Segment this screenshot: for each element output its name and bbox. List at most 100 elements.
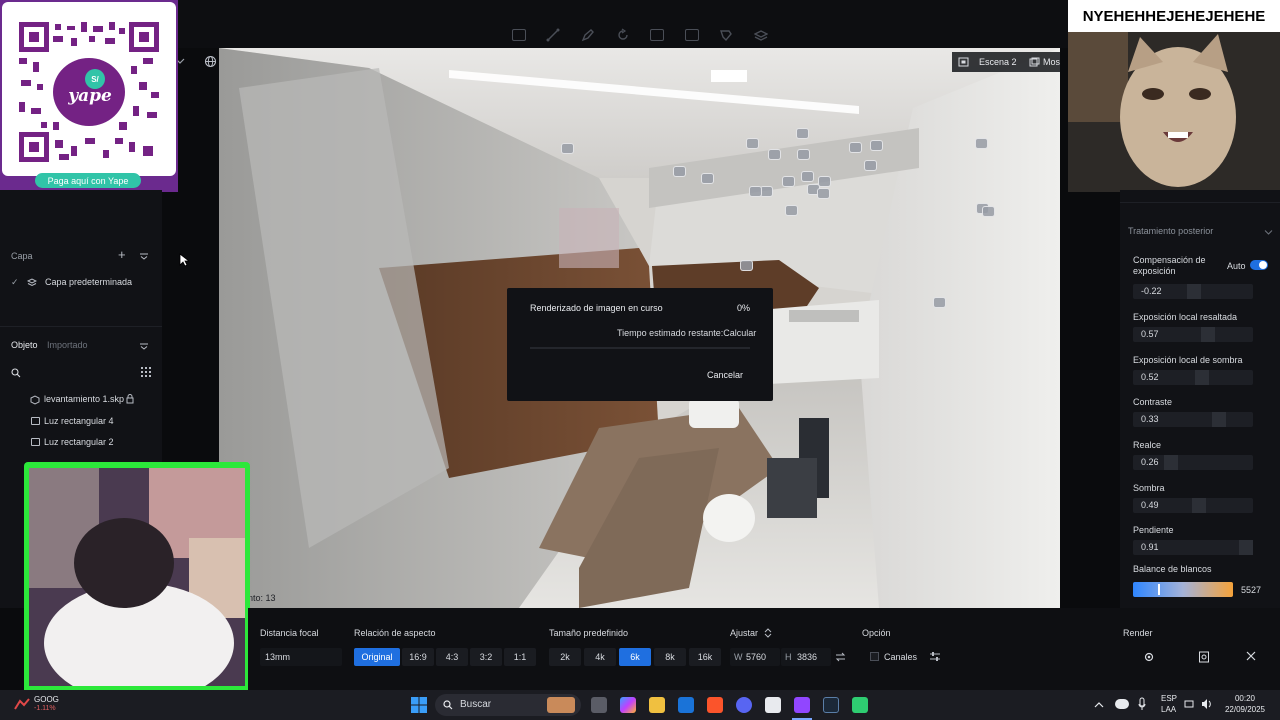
copilot-icon[interactable] xyxy=(620,697,636,713)
pen-tool-icon[interactable] xyxy=(581,28,595,42)
swap-icon[interactable] xyxy=(835,652,846,662)
height-input[interactable]: H 3836 xyxy=(781,648,831,666)
preset-option[interactable]: 6k xyxy=(619,648,651,666)
slider-handle[interactable] xyxy=(1239,540,1253,555)
outlook-icon[interactable] xyxy=(678,697,694,713)
aspect-option[interactable]: 16:9 xyxy=(402,648,434,666)
network-icon[interactable] xyxy=(1184,699,1194,709)
aspect-option[interactable]: 3:2 xyxy=(470,648,502,666)
brave-browser-icon[interactable] xyxy=(707,697,723,713)
light-marker[interactable] xyxy=(801,171,814,182)
slider-handle[interactable] xyxy=(1201,327,1215,342)
task-view-icon[interactable] xyxy=(591,697,607,713)
preset-option[interactable]: 2k xyxy=(549,648,581,666)
aspect-option[interactable]: Original xyxy=(354,648,400,666)
cut-tool-icon[interactable] xyxy=(685,29,699,41)
light-marker[interactable] xyxy=(982,206,995,217)
aspect-option[interactable]: 4:3 xyxy=(436,648,468,666)
close-icon[interactable] xyxy=(1246,651,1256,661)
paint-tool-icon[interactable] xyxy=(719,28,733,42)
objects-menu-icon[interactable] xyxy=(139,341,149,350)
layer-menu-icon[interactable] xyxy=(139,251,149,260)
rotate-tool-icon[interactable] xyxy=(616,28,630,42)
focal-input[interactable]: 13mm xyxy=(260,648,342,666)
globe-icon[interactable] xyxy=(204,55,217,68)
rectangle-tool-icon[interactable] xyxy=(512,29,526,41)
grid-view-icon[interactable] xyxy=(141,367,152,378)
settings-gear-icon[interactable] xyxy=(1143,651,1155,663)
light-marker[interactable] xyxy=(818,176,831,187)
slider-handle[interactable] xyxy=(1187,284,1201,299)
show-icon[interactable] xyxy=(1029,57,1040,67)
onedrive-icon[interactable] xyxy=(1115,699,1129,709)
twitch-icon[interactable] xyxy=(794,697,810,713)
lock-icon[interactable] xyxy=(126,394,134,404)
post-slider-field[interactable]: 0.91 xyxy=(1133,540,1253,555)
scene-icon[interactable] xyxy=(958,57,969,67)
tab-objects[interactable]: Objeto xyxy=(11,340,38,350)
light-marker[interactable] xyxy=(768,149,781,160)
line-tool-icon[interactable] xyxy=(546,28,560,42)
tab-imported[interactable]: Importado xyxy=(47,340,88,350)
aspect-option[interactable]: 1:1 xyxy=(504,648,536,666)
slider-handle[interactable] xyxy=(1195,370,1209,385)
light-marker[interactable] xyxy=(749,186,762,197)
layers-tool-icon[interactable] xyxy=(753,28,769,42)
show-label[interactable]: Mostra xyxy=(1043,57,1060,67)
light-marker[interactable] xyxy=(673,166,686,177)
chevron-down-icon[interactable] xyxy=(1264,227,1273,235)
sketchup-icon[interactable] xyxy=(765,697,781,713)
post-slider-field[interactable]: 0.26 xyxy=(1133,455,1253,470)
cancel-button[interactable]: Cancelar xyxy=(707,370,743,380)
preset-option[interactable]: 16k xyxy=(689,648,721,666)
auto-toggle[interactable] xyxy=(1250,260,1268,270)
clock-date[interactable]: 22/09/2025 xyxy=(1220,705,1270,714)
light-marker[interactable] xyxy=(740,260,753,271)
post-slider-field[interactable]: 0.33 xyxy=(1133,412,1253,427)
post-slider-field[interactable]: 0.57 xyxy=(1133,327,1253,342)
light-marker[interactable] xyxy=(561,143,574,154)
sliders-icon[interactable] xyxy=(929,651,941,662)
stock-symbol[interactable]: GOOG xyxy=(34,695,59,704)
post-slider-field[interactable]: 0.52 xyxy=(1133,370,1253,385)
scale-tool-icon[interactable] xyxy=(650,29,664,41)
channels-checkbox[interactable] xyxy=(870,652,879,661)
light-marker[interactable] xyxy=(870,140,883,151)
layer-item-default[interactable]: Capa predeterminada xyxy=(45,277,132,287)
add-layer-icon[interactable]: + xyxy=(118,248,126,261)
preset-option[interactable]: 4k xyxy=(584,648,616,666)
light-marker[interactable] xyxy=(701,173,714,184)
language-code[interactable]: ESP xyxy=(1161,694,1177,703)
light-marker[interactable] xyxy=(864,160,877,171)
light-marker[interactable] xyxy=(746,138,759,149)
light-marker[interactable] xyxy=(797,149,810,160)
layer-check-icon[interactable]: ✓ xyxy=(11,277,19,288)
keyboard-layout[interactable]: LAA xyxy=(1161,705,1176,714)
steam-icon[interactable] xyxy=(823,697,839,713)
light-marker[interactable] xyxy=(782,176,795,187)
render-queue-icon[interactable] xyxy=(1198,650,1210,663)
chevron-up-icon[interactable] xyxy=(1094,700,1104,708)
light-marker[interactable] xyxy=(933,297,946,308)
object-item-skp[interactable]: levantamiento 1.skp xyxy=(44,394,124,404)
file-explorer-icon[interactable] xyxy=(649,697,665,713)
width-input[interactable]: W 5760 xyxy=(730,648,780,666)
game-app-icon[interactable] xyxy=(852,697,868,713)
light-marker[interactable] xyxy=(796,128,809,139)
post-slider-field[interactable]: 0.49 xyxy=(1133,498,1253,513)
object-item-light-4[interactable]: Luz rectangular 4 xyxy=(44,416,114,426)
slider-handle[interactable] xyxy=(1164,455,1178,470)
light-marker[interactable] xyxy=(975,138,988,149)
preset-option[interactable]: 8k xyxy=(654,648,686,666)
slider-handle[interactable] xyxy=(1212,412,1226,427)
windows-start-icon[interactable] xyxy=(411,697,427,713)
slider-handle[interactable] xyxy=(1192,498,1206,513)
microphone-icon[interactable] xyxy=(1138,697,1146,711)
slider-thumb[interactable] xyxy=(1158,584,1160,595)
light-marker[interactable] xyxy=(849,142,862,153)
volume-icon[interactable] xyxy=(1201,698,1213,710)
search-icon[interactable] xyxy=(11,368,21,378)
exposure-comp-field[interactable]: -0.22 xyxy=(1133,284,1253,299)
clock-time[interactable]: 00:20 xyxy=(1220,694,1270,703)
object-item-light-2[interactable]: Luz rectangular 2 xyxy=(44,437,114,447)
